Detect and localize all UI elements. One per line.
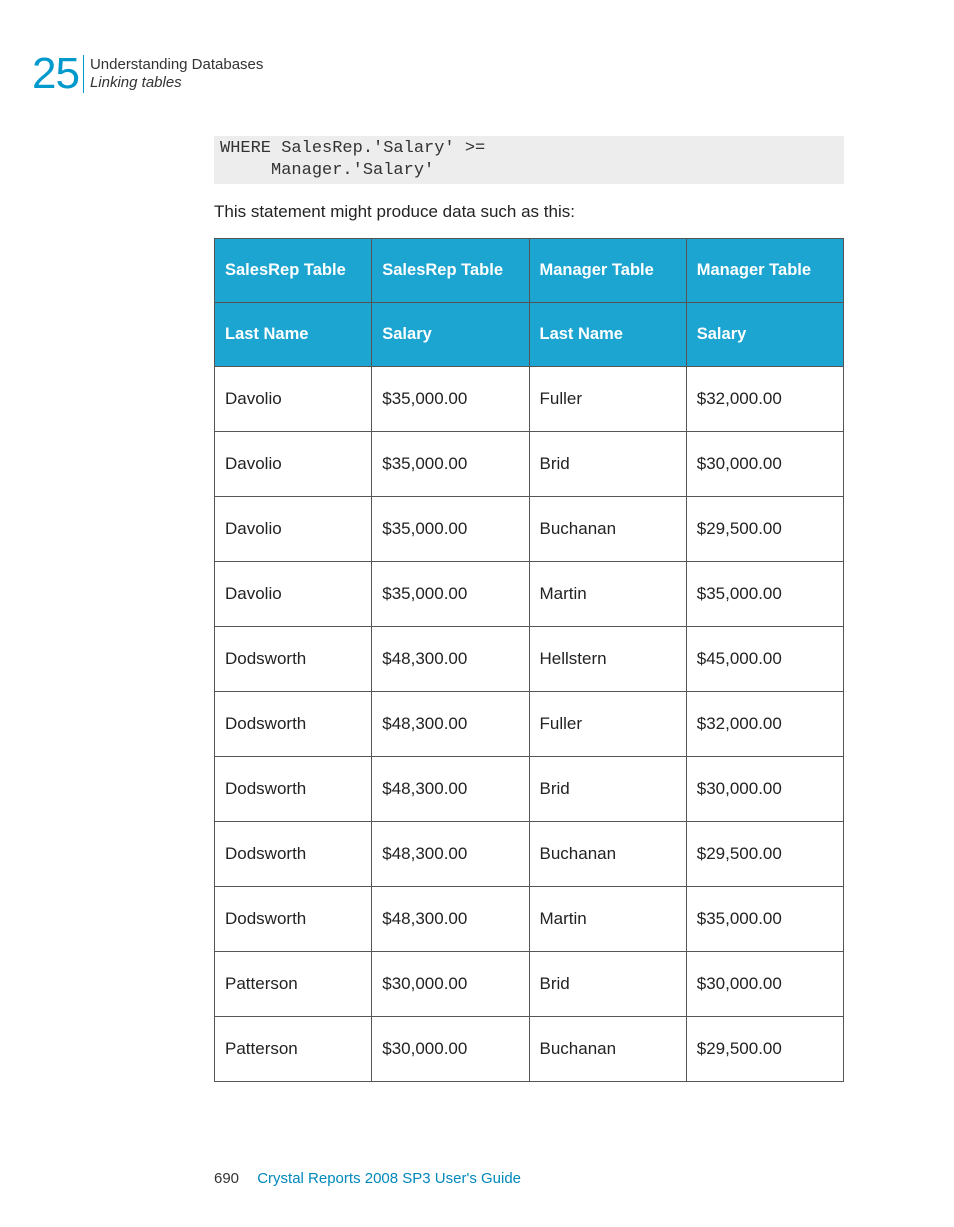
cell: $35,000.00 [372,562,529,627]
cell: Brid [529,952,686,1017]
table-row: Dodsworth $48,300.00 Hellstern $45,000.0… [215,627,844,692]
intro-text: This statement might produce data such a… [214,202,844,222]
cell: Buchanan [529,822,686,887]
table-body: Davolio $35,000.00 Fuller $32,000.00 Dav… [215,367,844,1082]
cell: $30,000.00 [686,432,843,497]
table-header-row-1: SalesRep Table SalesRep Table Manager Ta… [215,239,844,303]
cell: Hellstern [529,627,686,692]
table-row: Davolio $35,000.00 Martin $35,000.00 [215,562,844,627]
th-manager-table-2: Manager Table [686,239,843,303]
main-content: WHERE SalesRep.'Salary' >= Manager.'Sala… [214,136,844,1082]
cell: Dodsworth [215,692,372,757]
th-salary-1: Salary [372,303,529,367]
table-row: Dodsworth $48,300.00 Fuller $32,000.00 [215,692,844,757]
section-title: Linking tables [90,74,263,92]
th-salary-2: Salary [686,303,843,367]
cell: Fuller [529,367,686,432]
th-salesrep-table-2: SalesRep Table [372,239,529,303]
cell: $35,000.00 [686,562,843,627]
cell: $35,000.00 [372,367,529,432]
cell: $35,000.00 [686,887,843,952]
table-row: Davolio $35,000.00 Fuller $32,000.00 [215,367,844,432]
results-table: SalesRep Table SalesRep Table Manager Ta… [214,238,844,1082]
cell: Dodsworth [215,887,372,952]
cell: Patterson [215,952,372,1017]
cell: Davolio [215,367,372,432]
chapter-title: Understanding Databases [90,56,263,74]
th-salesrep-table-1: SalesRep Table [215,239,372,303]
cell: Dodsworth [215,627,372,692]
cell: $48,300.00 [372,822,529,887]
cell: $48,300.00 [372,887,529,952]
cell: Brid [529,432,686,497]
header-titles: Understanding Databases Linking tables [90,56,263,92]
code-block: WHERE SalesRep.'Salary' >= Manager.'Sala… [214,136,844,184]
table-row: Davolio $35,000.00 Brid $30,000.00 [215,432,844,497]
page-footer: 690 Crystal Reports 2008 SP3 User's Guid… [214,1170,521,1187]
cell: Patterson [215,1017,372,1082]
table-header-row-2: Last Name Salary Last Name Salary [215,303,844,367]
cell: Dodsworth [215,757,372,822]
cell: Buchanan [529,1017,686,1082]
table-row: Dodsworth $48,300.00 Martin $35,000.00 [215,887,844,952]
chapter-number: 25 [32,52,79,96]
table-row: Patterson $30,000.00 Buchanan $29,500.00 [215,1017,844,1082]
cell: $35,000.00 [372,432,529,497]
th-last-name-1: Last Name [215,303,372,367]
cell: $32,000.00 [686,692,843,757]
cell: Martin [529,887,686,952]
cell: $35,000.00 [372,497,529,562]
cell: Dodsworth [215,822,372,887]
cell: Fuller [529,692,686,757]
cell: $45,000.00 [686,627,843,692]
cell: $30,000.00 [686,952,843,1017]
cell: Davolio [215,497,372,562]
th-manager-table-1: Manager Table [529,239,686,303]
cell: Martin [529,562,686,627]
table-row: Dodsworth $48,300.00 Buchanan $29,500.00 [215,822,844,887]
table-row: Davolio $35,000.00 Buchanan $29,500.00 [215,497,844,562]
cell: Buchanan [529,497,686,562]
page-header: 25 Understanding Databases Linking table… [32,52,263,96]
th-last-name-2: Last Name [529,303,686,367]
cell: $48,300.00 [372,627,529,692]
cell: $29,500.00 [686,1017,843,1082]
table-row: Dodsworth $48,300.00 Brid $30,000.00 [215,757,844,822]
cell: $48,300.00 [372,692,529,757]
cell: Davolio [215,432,372,497]
guide-title: Crystal Reports 2008 SP3 User's Guide [257,1170,521,1187]
chapter-divider [83,55,84,93]
cell: $30,000.00 [372,1017,529,1082]
cell: $48,300.00 [372,757,529,822]
cell: $30,000.00 [686,757,843,822]
cell: $29,500.00 [686,497,843,562]
cell: Brid [529,757,686,822]
cell: $32,000.00 [686,367,843,432]
page-number: 690 [214,1170,239,1187]
cell: $29,500.00 [686,822,843,887]
table-row: Patterson $30,000.00 Brid $30,000.00 [215,952,844,1017]
cell: $30,000.00 [372,952,529,1017]
cell: Davolio [215,562,372,627]
